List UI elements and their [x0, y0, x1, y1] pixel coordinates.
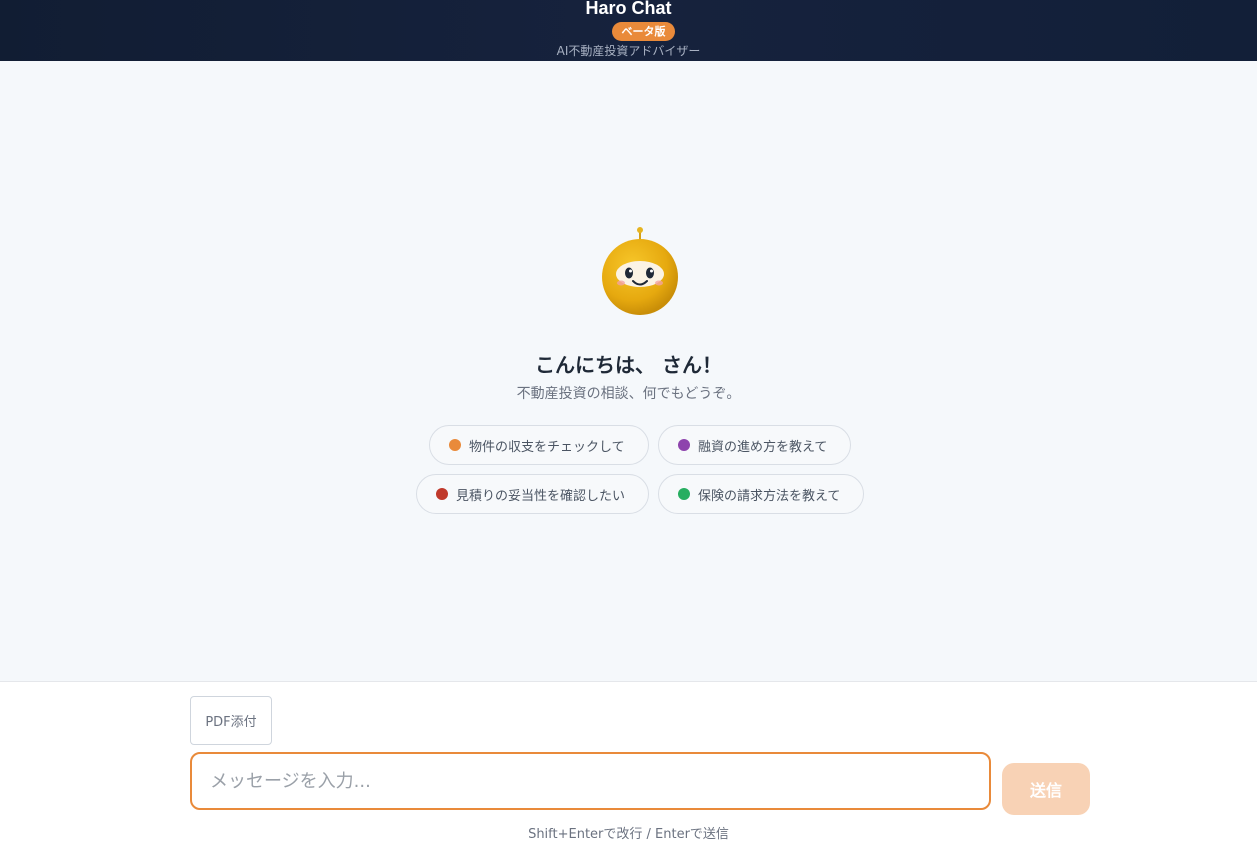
greeting-subtitle: 不動産投資の相談、何でもどうぞ。: [516, 386, 741, 402]
suggestion-chip[interactable]: 保険の請求方法を教えて: [658, 474, 864, 514]
suggestion-label: 物件の収支をチェックして: [469, 439, 625, 455]
orange-dot-icon: [449, 439, 461, 451]
robot-mascot-icon: [602, 227, 678, 315]
suggestion-label: 融資の進め方を教えて: [698, 439, 828, 455]
beta-badge: ベータ版: [612, 22, 675, 41]
suggestion-chip[interactable]: 見積りの妥当性を確認したい: [416, 474, 649, 514]
pdf-attach-button[interactable]: PDF添付: [190, 696, 272, 745]
send-button[interactable]: 送信: [1002, 763, 1090, 815]
greeting-title: こんにちは、 さん！: [535, 353, 722, 377]
suggestion-label: 保険の請求方法を教えて: [698, 488, 841, 504]
purple-dot-icon: [678, 439, 690, 451]
message-input[interactable]: [190, 752, 991, 810]
keyboard-hint: Shift+Enterで改行 / Enterで送信: [528, 827, 729, 842]
app-subtitle: AI不動産投資アドバイザー: [556, 44, 701, 58]
green-dot-icon: [678, 488, 690, 500]
app-header: Haro Chat ベータ版 AI不動産投資アドバイザー: [0, 0, 1257, 61]
suggestion-label: 見積りの妥当性を確認したい: [456, 488, 626, 504]
app-title: Haro Chat: [585, 0, 672, 18]
suggestion-chip[interactable]: 物件の収支をチェックして: [429, 425, 649, 465]
suggestion-chip[interactable]: 融資の進め方を教えて: [658, 425, 851, 465]
red-dot-icon: [436, 488, 448, 500]
